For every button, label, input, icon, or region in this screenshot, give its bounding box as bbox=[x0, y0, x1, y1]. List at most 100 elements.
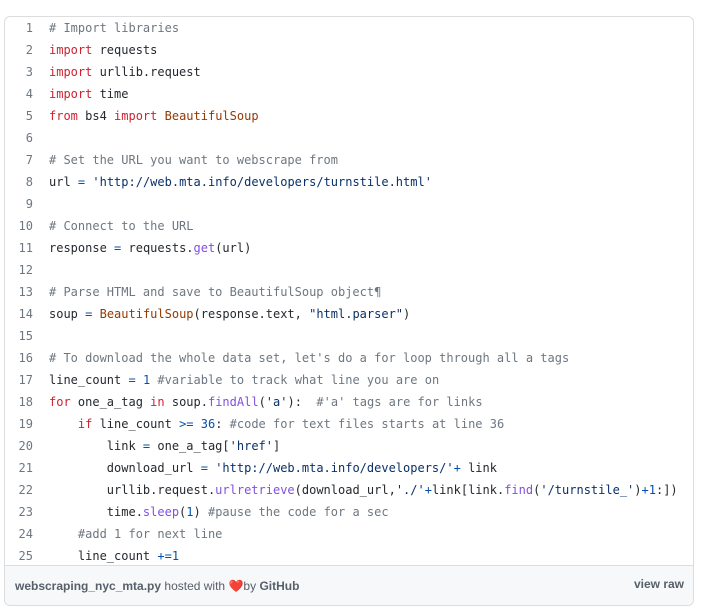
code-token: '/turnstile_' bbox=[540, 483, 635, 497]
line-number: 20 bbox=[18, 439, 33, 453]
code-token: one_a_tag[ bbox=[150, 439, 230, 453]
code-token: += bbox=[157, 549, 172, 563]
code-token: BeautifulSoup bbox=[164, 109, 259, 123]
line-code: if line_count >= 36: #code for text file… bbox=[33, 413, 504, 435]
line-number: 8 bbox=[25, 175, 33, 189]
line-number: 2 bbox=[25, 43, 33, 57]
code-token: in bbox=[150, 395, 165, 409]
code-token: 'a' bbox=[265, 395, 288, 409]
line-code: response = requests.get(url) bbox=[33, 237, 251, 259]
code-token: ) bbox=[403, 307, 411, 321]
code-token: link[link. bbox=[431, 483, 505, 497]
code-token: 1 bbox=[171, 549, 180, 563]
code-token: link bbox=[49, 439, 143, 453]
code-token: 1 bbox=[648, 483, 656, 497]
code-token: urllib.request bbox=[92, 65, 201, 79]
code-token: ) bbox=[634, 483, 642, 497]
code-token: (response.text, bbox=[193, 307, 310, 321]
code-line: 5 from bs4 import BeautifulSoup bbox=[5, 105, 693, 127]
line-code: #add 1 for next line bbox=[33, 523, 223, 545]
code-block: 1 # Import libraries 2 import requests 3 impo… bbox=[5, 17, 693, 567]
line-code: # Parse HTML and save to BeautifulSoup o… bbox=[33, 281, 381, 303]
line-number: 25 bbox=[18, 549, 33, 563]
line-number: 17 bbox=[18, 373, 33, 387]
code-line: 18 for one_a_tag in soup.findAll('a'): #'… bbox=[5, 391, 693, 413]
code-token: urlretrieve bbox=[215, 483, 295, 497]
code-token: # To download the whole data set, let's … bbox=[49, 351, 570, 365]
gist-filename-link[interactable]: webscraping_nyc_mta.py bbox=[15, 579, 161, 593]
code-token: ] bbox=[273, 439, 281, 453]
code-line: 10 # Connect to the URL bbox=[5, 215, 693, 237]
line-code: import time bbox=[33, 83, 128, 105]
code-token: :]) bbox=[655, 483, 678, 497]
code-token: urllib.request. bbox=[49, 483, 216, 497]
code-token: #code for text files starts at line 36 bbox=[229, 417, 505, 431]
code-token: 36 bbox=[200, 417, 216, 431]
code-token: requests bbox=[92, 43, 158, 57]
code-line: 19 if line_count >= 36: #code for text f… bbox=[5, 413, 693, 435]
code-token: sleep bbox=[142, 505, 180, 519]
code-token: "html.parser" bbox=[309, 307, 404, 321]
github-link[interactable]: GitHub bbox=[259, 579, 299, 593]
code-line: 23 time.sleep(1) #pause the code for a s… bbox=[5, 501, 693, 523]
code-token: './' bbox=[395, 483, 425, 497]
code-line: 15 bbox=[5, 325, 693, 347]
line-number: 6 bbox=[25, 131, 33, 145]
line-number: 24 bbox=[18, 527, 33, 541]
code-token: bs4 bbox=[77, 109, 115, 123]
code-token: import bbox=[49, 43, 93, 57]
code-token: from bbox=[49, 109, 78, 123]
code-token: findAll bbox=[207, 395, 259, 409]
line-code: # Connect to the URL bbox=[33, 215, 194, 237]
code-token: # Set the URL you want to webscrape from bbox=[49, 153, 338, 167]
code-token: time bbox=[92, 87, 129, 101]
code-token: (url) bbox=[215, 241, 252, 255]
gist-meta: webscraping_nyc_mta.py hosted with ❤️by … bbox=[15, 579, 299, 593]
code-line: 21 download_url = 'http://web.mta.info/d… bbox=[5, 457, 693, 479]
code-token: import bbox=[49, 87, 93, 101]
code-token: find bbox=[504, 483, 534, 497]
line-code: import requests bbox=[33, 39, 157, 61]
code-token: requests. bbox=[121, 241, 194, 255]
code-token: 'http://web.mta.info/developers/turnstil… bbox=[92, 175, 432, 189]
line-number: 4 bbox=[25, 87, 33, 101]
code-token: line_count bbox=[49, 373, 129, 387]
line-code: download_url = 'http://web.mta.info/deve… bbox=[33, 457, 497, 479]
view-raw-link[interactable]: view raw bbox=[634, 577, 684, 591]
line-number: 11 bbox=[18, 241, 33, 255]
code-token: #pause the code for a sec bbox=[207, 505, 389, 519]
code-token: ): bbox=[287, 395, 317, 409]
code-token: if bbox=[77, 417, 93, 431]
line-number: 12 bbox=[18, 263, 33, 277]
line-number: 22 bbox=[18, 483, 33, 497]
code-token: #variable to track what line you are on bbox=[157, 373, 440, 387]
code-token: # Connect to the URL bbox=[49, 219, 194, 233]
line-number: 10 bbox=[18, 219, 33, 233]
line-code: url = 'http://web.mta.info/developers/tu… bbox=[33, 171, 432, 193]
code-line: 17 line_count = 1 #variable to track what… bbox=[5, 369, 693, 391]
code-token: + bbox=[424, 483, 432, 497]
code-token: + bbox=[453, 461, 461, 475]
code-line: 4 import time bbox=[5, 83, 693, 105]
code-line: 11 response = requests.get(url) bbox=[5, 237, 693, 259]
code-token: url bbox=[49, 175, 78, 189]
code-token: link bbox=[460, 461, 497, 475]
code-token: + bbox=[641, 483, 649, 497]
code-line: 1 # Import libraries bbox=[5, 17, 693, 39]
code-token: ( bbox=[258, 395, 266, 409]
line-code: urllib.request.urlretrieve(download_url,… bbox=[33, 479, 678, 501]
code-line: 2 import requests bbox=[5, 39, 693, 61]
line-code: link = one_a_tag['href'] bbox=[33, 435, 280, 457]
line-number: 19 bbox=[18, 417, 33, 431]
code-token: for bbox=[49, 395, 71, 409]
code-line: 16 # To download the whole data set, let'… bbox=[5, 347, 693, 369]
code-token: download_url bbox=[49, 461, 201, 475]
line-number: 18 bbox=[18, 395, 33, 409]
